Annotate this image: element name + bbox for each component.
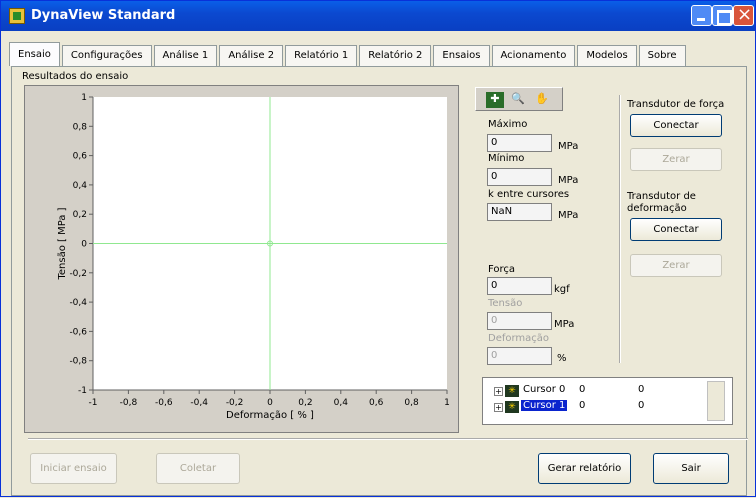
deformacao-label: Deformação [488,333,550,344]
k-label: k entre cursores [488,189,570,200]
window-title: DynaView Standard [31,8,176,23]
forca-unit: kgf [554,284,570,295]
deform-zero-button[interactable]: Zerar [630,254,722,277]
max-unit: MPa [558,141,579,152]
tab-modelos[interactable]: Modelos [577,45,637,66]
force-zero-button[interactable]: Zerar [630,148,722,171]
forca-label: Força [488,264,516,275]
exit-button[interactable]: Sair [653,453,729,484]
collect-button[interactable]: Coletar [156,453,240,484]
tab-configuracoes[interactable]: Configurações [61,45,152,66]
graph-toolbar: ✚ 🔍 ✋ [475,87,563,111]
tab-sobre[interactable]: Sobre [638,45,686,66]
expand-icon[interactable]: + [494,387,503,396]
close-button[interactable] [733,4,754,26]
cursor-row[interactable]: + ✳ Cursor 1 0 0 [483,399,703,415]
deform-connect-button[interactable]: Conectar [630,218,722,241]
tensao-unit: MPa [554,319,575,330]
forca-value-field: 0 [487,277,552,295]
horizontal-divider [28,438,748,440]
tab-analise-2[interactable]: Análise 2 [219,45,284,66]
tab-ensaios[interactable]: Ensaios [433,45,490,66]
plot-area[interactable] [93,97,447,390]
k-value-field: NaN [487,203,552,221]
main-window: DynaView Standard Ensaio Configurações A… [0,0,756,497]
cursor-row[interactable]: + ✳ Cursor 0 0 0 [483,383,703,399]
min-value-field: 0 [487,168,552,186]
start-test-button[interactable]: Iniciar ensaio [30,453,117,484]
tab-acionamento[interactable]: Acionamento [491,45,576,66]
force-connect-button[interactable]: Conectar [630,114,722,137]
tab-analise-1[interactable]: Análise 1 [153,45,218,66]
minimize-button[interactable] [691,5,712,26]
max-value-field: 0 [487,134,552,152]
zoom-icon[interactable]: 🔍 [509,92,527,108]
pan-hand-icon[interactable]: ✋ [533,92,551,108]
deformacao-value-field: 0 [487,347,552,365]
app-icon [9,8,25,24]
deform-transducer-label-1: Transdutor de [627,191,696,202]
deformacao-unit: % [557,353,567,364]
vertical-divider [619,95,621,363]
tensao-value-field: 0 [487,312,552,330]
expand-icon[interactable]: + [494,403,503,412]
cursor-y: 0 [638,400,645,411]
min-unit: MPa [558,175,579,186]
max-label: Máximo [488,119,528,130]
title-bar[interactable]: DynaView Standard [1,1,755,31]
cursor-icon: ✳ [505,385,519,397]
tab-relatorio-1[interactable]: Relatório 1 [285,45,358,66]
tab-ensaio[interactable]: Ensaio [9,42,60,66]
cursor-x: 0 [579,400,586,411]
cursor-legend[interactable]: + ✳ Cursor 0 0 0 + ✳ Cursor 1 0 0 [482,377,733,425]
cursor-icon: ✳ [505,401,519,413]
tab-strip: Ensaio Configurações Análise 1 Análise 2… [9,42,688,66]
deform-transducer-label-2: deformação [627,203,687,214]
section-title: Resultados do ensaio [22,71,129,82]
force-transducer-label: Transdutor de força [627,99,725,110]
cursor-scrollbar[interactable] [707,381,725,421]
cursor-x: 0 [579,384,586,395]
cursor-name[interactable]: Cursor 0 [521,384,567,395]
min-label: Mínimo [488,153,525,164]
maximize-button[interactable] [712,5,733,26]
generate-report-button[interactable]: Gerar relatório [538,453,631,484]
tensao-label: Tensão [488,298,523,309]
cursor-name[interactable]: Cursor 1 [521,400,568,411]
tab-relatorio-2[interactable]: Relatório 2 [359,45,432,66]
cursor-y: 0 [638,384,645,395]
k-unit: MPa [558,210,579,221]
cursor-move-icon[interactable]: ✚ [486,92,504,108]
